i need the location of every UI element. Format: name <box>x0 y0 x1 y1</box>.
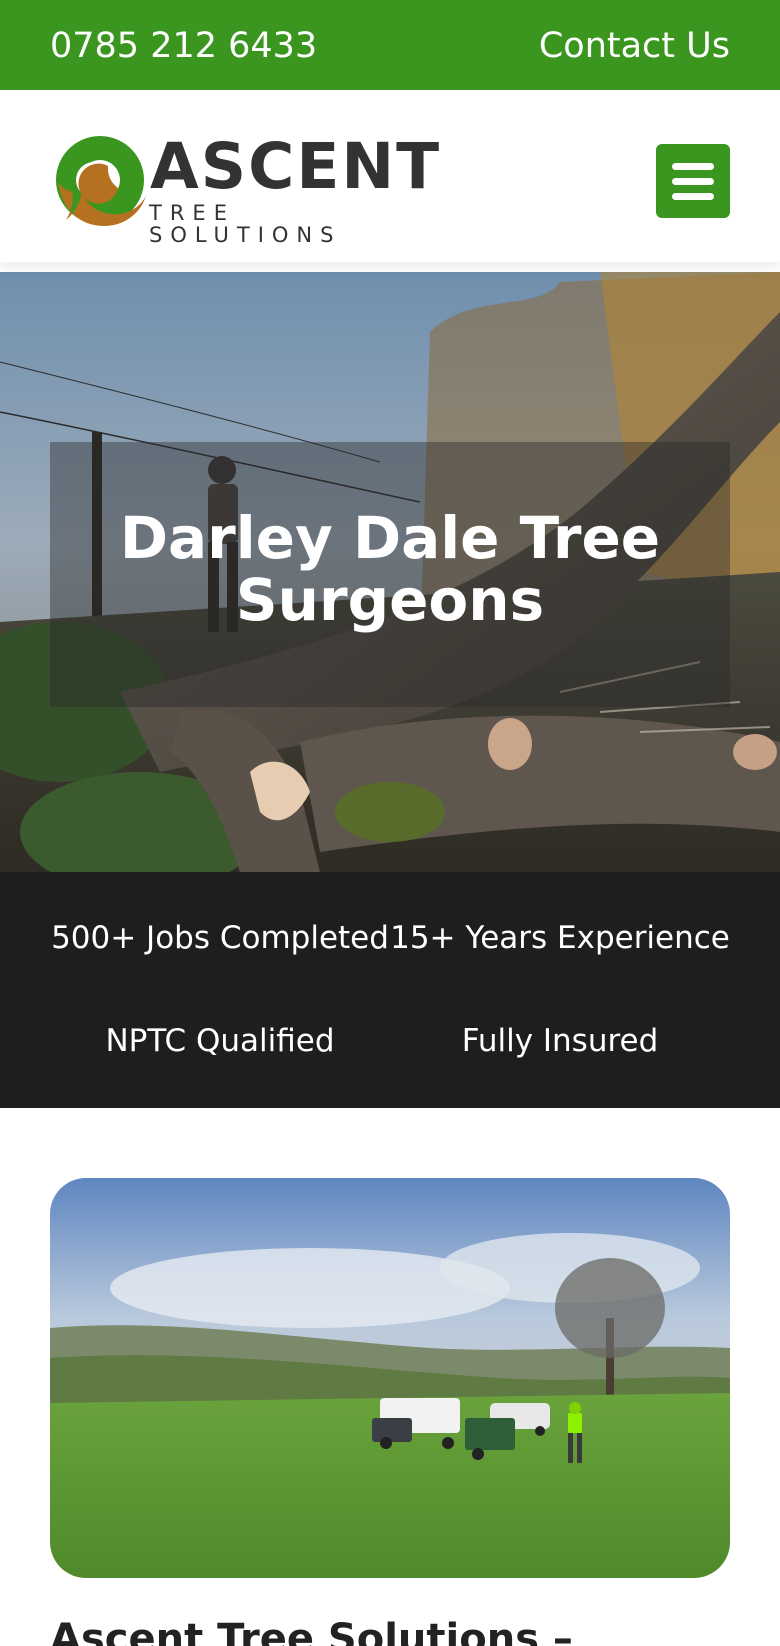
stat-jobs-completed: 500+ Jobs Completed <box>51 920 389 956</box>
section-heading: Ascent Tree Solutions – <box>50 1616 573 1646</box>
stat-nptc-qualified: NPTC Qualified <box>105 1023 335 1059</box>
hero-section: Darley Dale Tree Surgeons <box>0 272 780 872</box>
stats-band: 500+ Jobs Completed 15+ Years Experience… <box>0 872 780 1108</box>
team-vehicles-photo <box>50 1178 730 1578</box>
site-logo[interactable]: ASCENT TREE SOLUTIONS <box>52 130 439 246</box>
menu-button[interactable] <box>656 144 730 218</box>
hero-title: Darley Dale Tree Surgeons <box>119 504 661 634</box>
hamburger-menu-icon-bar <box>672 178 714 185</box>
top-bar: 0785 212 6433 Contact Us <box>0 0 780 90</box>
hamburger-menu-icon <box>672 163 714 170</box>
contact-us-link[interactable]: Contact Us <box>539 0 730 90</box>
phone-link[interactable]: 0785 212 6433 <box>50 0 317 90</box>
logo-wordmark: ASCENT <box>150 130 442 203</box>
logo-tagline: TREE SOLUTIONS <box>149 201 342 247</box>
hamburger-menu-icon-bar <box>672 193 714 200</box>
stat-fully-insured: Fully Insured <box>461 1023 659 1059</box>
logo-emblem-icon <box>56 136 146 226</box>
field-photo-image <box>50 1178 730 1578</box>
stat-years-experience: 15+ Years Experience <box>390 920 730 956</box>
site-header: ASCENT TREE SOLUTIONS <box>0 90 780 262</box>
